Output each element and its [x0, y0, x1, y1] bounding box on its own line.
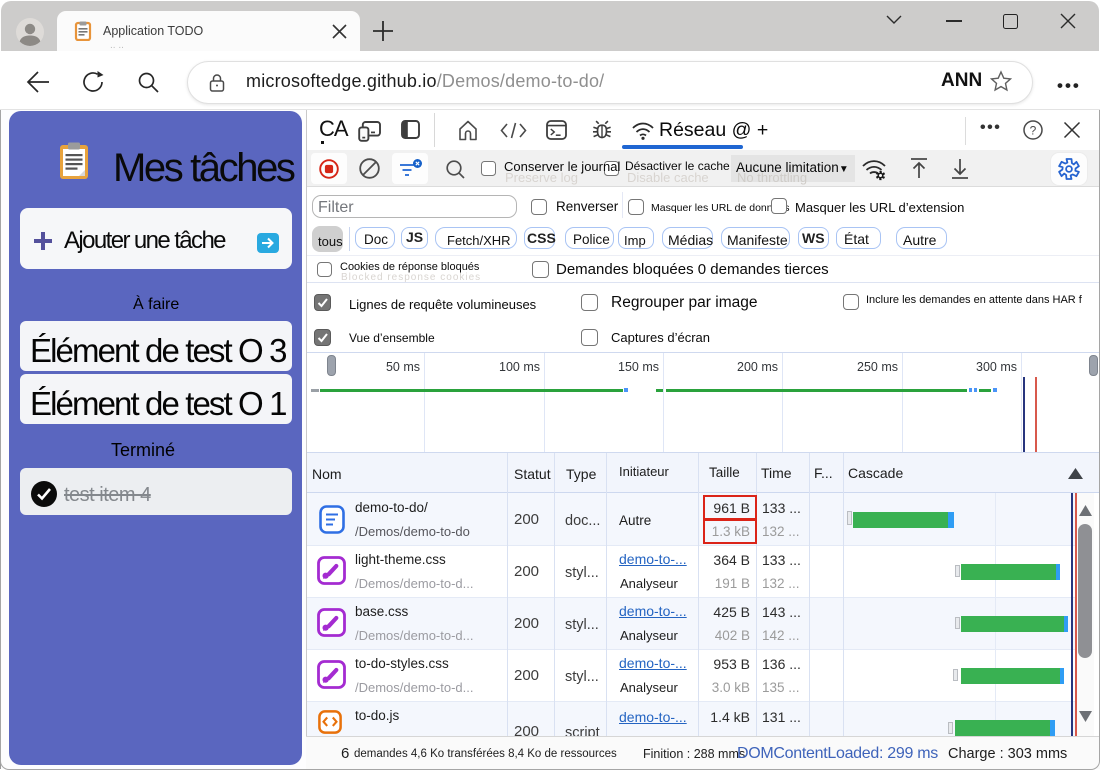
svg-text:?: ?	[1030, 124, 1037, 138]
